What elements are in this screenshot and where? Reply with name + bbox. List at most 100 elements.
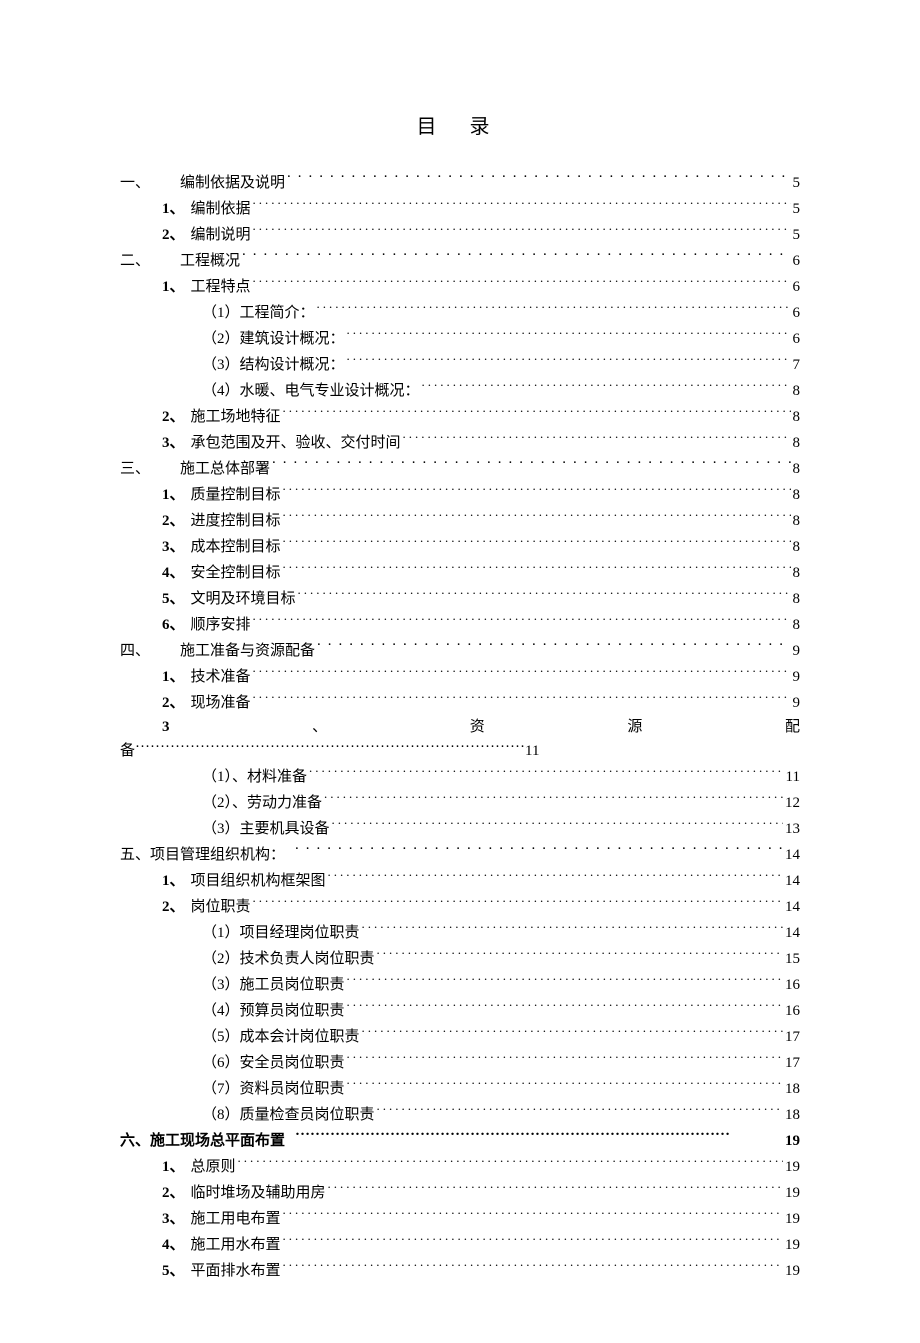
toc-entry: （2）技术负责人岗位职责15 [202,945,800,971]
toc-entry-label: 技术准备 [191,665,251,689]
toc-entry-num: 五、 [120,843,150,867]
toc-entry-num: 1、 [162,1155,185,1179]
toc-entry: （1）、材料准备 11 [202,763,800,789]
toc-entry: 3、成本控制目标8 [162,533,800,559]
toc-entry-num: 1、 [162,869,185,893]
toc-leader [242,247,790,265]
toc-entry-label: 编制依据及说明 [180,171,285,195]
toc-leader [332,815,783,833]
toc-entry: 一、编制依据及说明5 [120,169,800,195]
toc-entry-label: （1）工程简介： [202,301,315,325]
toc-entry: （7）资料员岗位职责18 [202,1075,800,1101]
toc-entry-page: 14 [785,895,800,919]
toc-entry-num: 2、 [162,895,185,919]
table-of-contents: 一、编制依据及说明51、编制依据52、编制说明5二、工程概况61、工程特点6（1… [120,169,800,1283]
toc-entry-label: 配 [785,715,800,739]
toc-entry-num: 1、 [162,483,185,507]
toc-leader [253,195,791,213]
toc-entry-page: 9 [793,639,801,663]
toc-leader [253,689,791,707]
toc-entry-page: 7 [793,353,801,377]
toc-entry-page: 19 [785,1181,800,1205]
toc-entry-page: 8 [793,457,801,481]
toc-leader [347,1049,783,1067]
toc-entry-page: 13 [785,817,800,841]
toc-entry-page: 8 [793,561,801,585]
toc-leader [283,481,791,499]
toc-entry-page: 17 [785,1025,800,1049]
toc-entry-num: 三、 [120,457,150,481]
toc-title: 目 录 [120,110,800,139]
toc-entry-label: 临时堆场及辅助用房 [191,1181,326,1205]
toc-entry: 1、工程特点6 [162,273,800,299]
toc-entry-page: 19 [785,1207,800,1231]
toc-entry: 4、安全控制目标8 [162,559,800,585]
toc-entry: （2）建筑设计概况：6 [202,325,800,351]
toc-entry-page: 8 [793,509,801,533]
toc-leader [403,429,791,447]
toc-entry-num: 3、 [162,1207,185,1231]
toc-entry-num: 5、 [162,587,185,611]
toc-entry-page: 6 [793,327,801,351]
toc-leader [283,507,791,525]
toc-entry-page: 12 [785,791,800,815]
toc-entry-page: 6 [793,249,801,273]
toc-entry-label: 项目组织机构框架图 [191,869,326,893]
toc-entry-num: 六、 [120,1129,150,1153]
toc-entry-page: 14 [785,843,800,867]
toc-entry: （3）施工员岗位职责16 [202,971,800,997]
toc-leader [362,1023,783,1041]
toc-entry: 2、临时堆场及辅助用房19 [162,1179,800,1205]
toc-entry-label: 编制依据 [191,197,251,221]
toc-entry-label: 施工用电布置 [191,1207,281,1231]
toc-leader [283,1257,783,1275]
toc-leader [328,867,783,885]
toc-entry-num: 四、 [120,639,150,663]
toc-entry-label: （6）安全员岗位职责 [202,1051,345,1075]
toc-entry: 1、项目组织机构框架图14 [162,867,800,893]
toc-entry: 1、质量控制目标8 [162,481,800,507]
toc-entry-label: （2）、劳动力准备 [202,791,322,815]
toc-entry-page: 8 [793,431,801,455]
toc-entry-num: 二、 [120,249,150,273]
toc-entry-page: 18 [785,1077,800,1101]
toc-leader [347,997,783,1015]
toc-entry: 3、施工用电布置 19 [162,1205,800,1231]
toc-entry-label: 岗位职责 [191,895,251,919]
toc-entry-label: 现场准备 [191,691,251,715]
toc-entry-page: 5 [793,197,801,221]
toc-entry: （4）预算员岗位职责16 [202,997,800,1023]
toc-entry-label: 文明及环境目标 [191,587,296,611]
toc-entry: （1）项目经理岗位职责14 [202,919,800,945]
toc-entry-num: 3 [162,715,170,739]
toc-entry-page: 19 [785,1155,800,1179]
toc-entry-label: （1）项目经理岗位职责 [202,921,360,945]
toc-leader [283,1231,783,1249]
toc-leader [295,841,783,859]
toc-entry: 2、编制说明5 [162,221,800,247]
toc-entry-num: 3、 [162,431,185,455]
toc-entry-num: 1、 [162,275,185,299]
toc-entry: 三、 施工总体部署 8 [120,455,800,481]
toc-entry-label: 项目管理组织机构： [150,843,285,867]
toc-entry-label: 施工准备与资源配备 [180,639,315,663]
toc-entry: 2、进度控制目标8 [162,507,800,533]
toc-leader [283,1205,783,1223]
toc-leader [238,1153,783,1171]
toc-leader [317,299,791,317]
toc-entry: 3、资源配备11 [162,715,800,763]
toc-leader [328,1179,783,1197]
toc-entry: 1、编制依据5 [162,195,800,221]
toc-entry-label: （1）、材料准备 [202,765,307,789]
toc-leader [253,221,791,239]
toc-entry-page: 19 [785,1259,800,1283]
toc-entry: 六、施工现场总平面布置19 [120,1127,800,1153]
toc-entry-label: （5）成本会计岗位职责 [202,1025,360,1049]
toc-entry-page: 11 [525,743,539,759]
toc-entry-label: 施工总体部署 [180,457,270,481]
toc-entry-label: 承包范围及开、验收、交付时间 [191,431,401,455]
toc-entry-label: 顺序安排 [191,613,251,637]
toc-entry-num: 3、 [162,535,185,559]
toc-leader [283,559,791,577]
toc-entry-page: 11 [786,765,800,789]
